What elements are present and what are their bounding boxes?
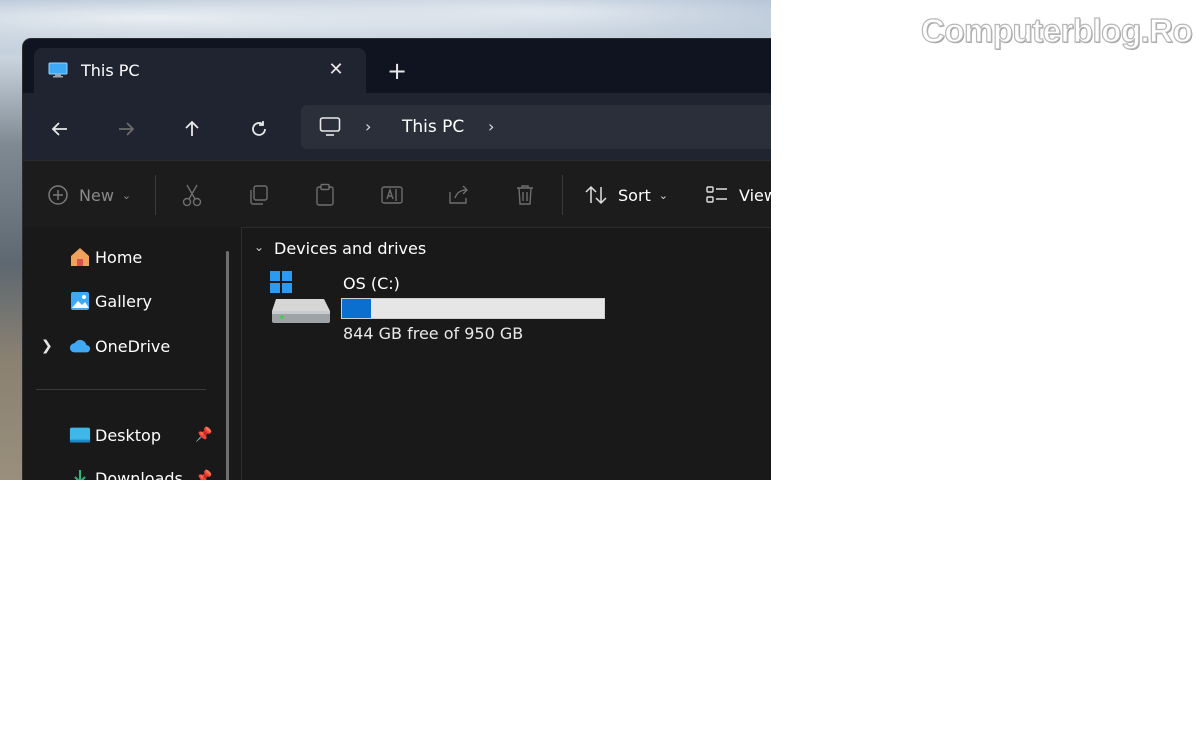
- drive-usage-fill: [342, 299, 371, 318]
- tab-title: This PC: [81, 61, 140, 80]
- pin-icon[interactable]: 📌: [195, 427, 212, 443]
- view-button[interactable]: View: [705, 180, 771, 210]
- navigation-pane: Home Gallery ❯ OneDrive Desktop 📌 Downlo…: [23, 227, 242, 480]
- desktop-folder-icon: [69, 424, 91, 446]
- drive-icon: [270, 271, 330, 323]
- share-button[interactable]: [447, 180, 471, 210]
- sidebar-item-downloads[interactable]: Downloads 📌: [23, 463, 233, 480]
- delete-icon: [517, 185, 533, 205]
- view-label: View: [739, 185, 771, 205]
- share-icon: [449, 185, 468, 204]
- sidebar-item-label: Desktop: [95, 425, 161, 445]
- toolbar-divider: [562, 175, 563, 215]
- tab-this-pc[interactable]: This PC ✕: [34, 48, 366, 93]
- sort-label: Sort: [618, 185, 651, 205]
- navigation-bar: › This PC ›: [23, 93, 771, 160]
- sidebar-item-onedrive[interactable]: ❯ OneDrive: [23, 331, 233, 361]
- rename-button[interactable]: [380, 180, 404, 210]
- plus-circle-icon: [48, 185, 68, 205]
- pc-icon: [319, 117, 341, 136]
- refresh-icon[interactable]: [243, 113, 275, 145]
- view-icon: [706, 186, 727, 203]
- sidebar-divider: [36, 389, 206, 390]
- title-bar: This PC ✕ +: [23, 39, 771, 93]
- chevron-down-icon[interactable]: ⌄: [254, 240, 264, 254]
- paste-icon: [316, 183, 334, 206]
- address-bar[interactable]: › This PC ›: [301, 105, 771, 149]
- onedrive-icon: [69, 335, 91, 357]
- drive-item-c[interactable]: OS (C:) 844 GB free of 950 GB: [270, 271, 610, 351]
- file-explorer-window: This PC ✕ + › This PC › New ⌄ Sort ⌄ Vie…: [23, 39, 771, 480]
- sidebar-item-label: Gallery: [95, 291, 152, 311]
- plus-icon[interactable]: +: [385, 59, 409, 83]
- command-bar: New ⌄ Sort ⌄ View: [23, 160, 771, 228]
- screenshot: This PC ✕ + › This PC › New ⌄ Sort ⌄ Vie…: [0, 0, 771, 480]
- chevron-right-icon[interactable]: ❯: [41, 338, 53, 354]
- sidebar-scrollbar[interactable]: [226, 251, 229, 480]
- drive-name: OS (C:): [343, 274, 400, 293]
- new-label: New: [79, 185, 114, 205]
- group-header[interactable]: Devices and drives: [274, 239, 426, 258]
- rename-icon: [381, 186, 403, 204]
- sort-icon: [585, 185, 607, 205]
- paste-button[interactable]: [314, 180, 336, 210]
- delete-button[interactable]: [514, 180, 536, 210]
- new-button[interactable]: New ⌄: [47, 180, 131, 210]
- sidebar-item-label: Home: [95, 247, 143, 267]
- breadcrumb-this-pc[interactable]: This PC: [402, 117, 464, 137]
- drive-free-space: 844 GB free of 950 GB: [343, 324, 524, 343]
- sidebar-item-desktop[interactable]: Desktop 📌: [23, 420, 233, 450]
- gallery-icon: [69, 290, 91, 312]
- drive-usage-bar: [341, 298, 605, 319]
- cut-button[interactable]: [181, 180, 203, 210]
- arrow-right-icon[interactable]: [110, 113, 142, 145]
- copy-button[interactable]: [248, 180, 270, 210]
- close-icon[interactable]: ✕: [324, 58, 348, 82]
- chevron-right-icon[interactable]: ›: [365, 117, 371, 136]
- pin-icon[interactable]: 📌: [195, 470, 212, 480]
- sidebar-item-label: OneDrive: [95, 336, 171, 356]
- chevron-down-icon: ⌄: [121, 188, 132, 202]
- arrow-up-icon[interactable]: [176, 113, 208, 145]
- content-pane: ⌄ Devices and drives OS (C:) 844 GB free…: [242, 227, 771, 480]
- toolbar-divider: [155, 175, 156, 215]
- sidebar-item-home[interactable]: Home: [23, 242, 233, 272]
- downloads-icon: [69, 467, 91, 480]
- chevron-down-icon: ⌄: [658, 188, 669, 202]
- monitor-icon: [48, 62, 68, 78]
- copy-icon: [250, 185, 268, 205]
- watermark-logo: Computerblog.Ro: [920, 11, 1193, 49]
- sort-button[interactable]: Sort ⌄: [584, 180, 668, 210]
- sidebar-item-label: Downloads: [95, 468, 183, 481]
- chevron-right-icon[interactable]: ›: [488, 117, 494, 136]
- home-icon: [69, 246, 91, 268]
- sidebar-item-gallery[interactable]: Gallery: [23, 286, 233, 316]
- cut-icon: [182, 184, 202, 207]
- arrow-left-icon[interactable]: [44, 113, 76, 145]
